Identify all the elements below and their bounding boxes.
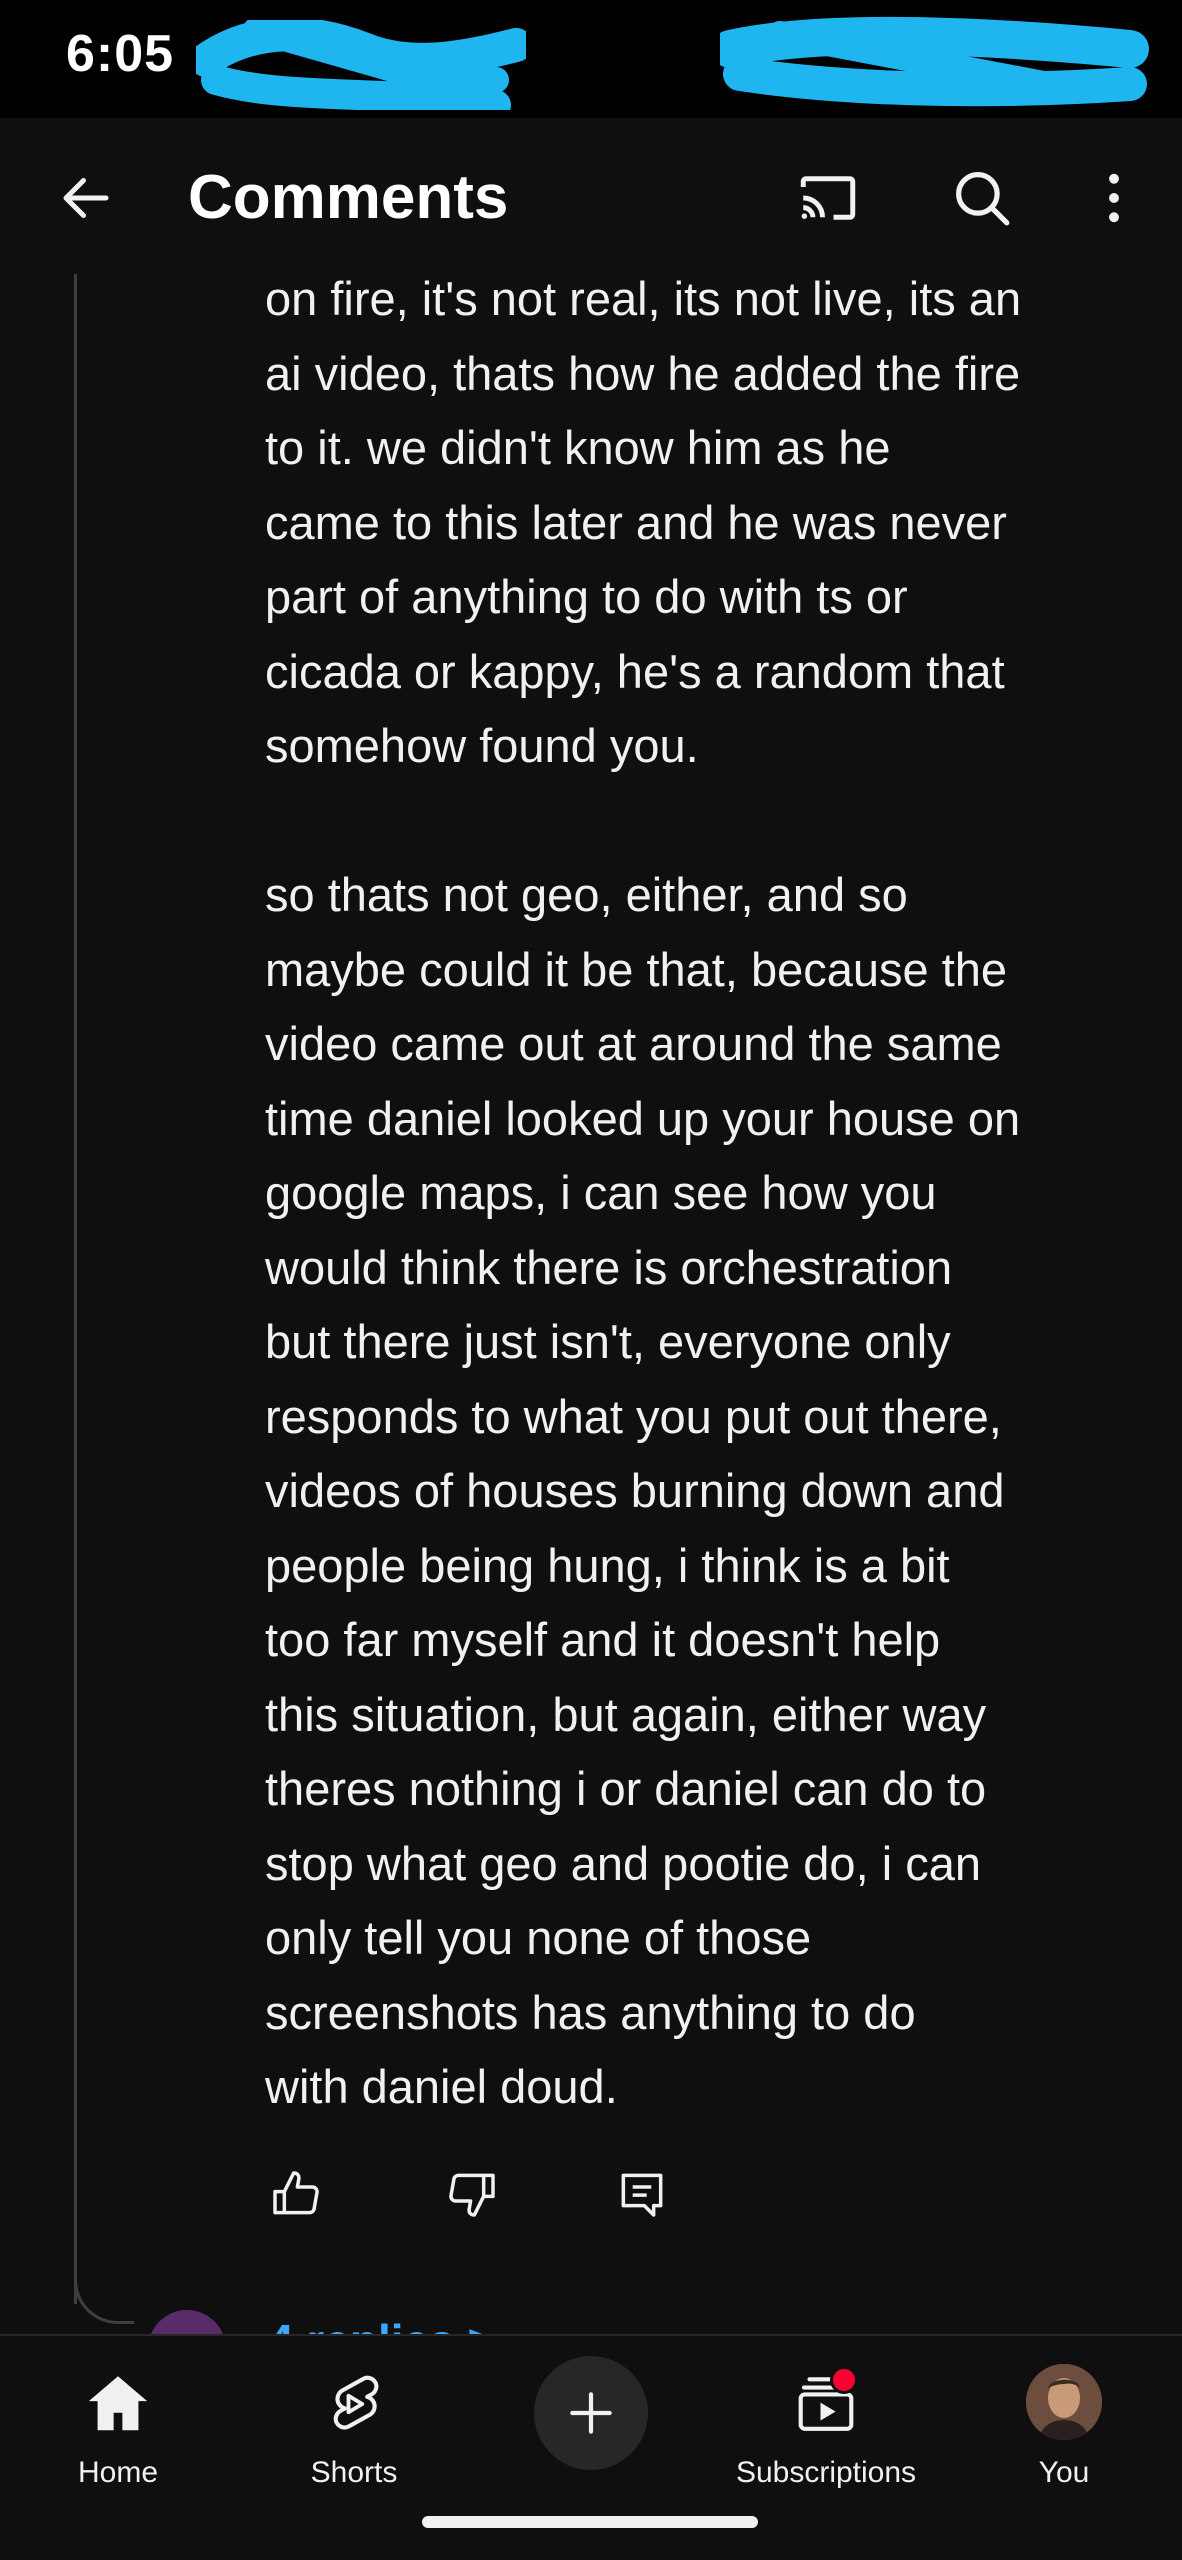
search-icon xyxy=(956,172,1010,226)
status-time: 6:05 xyxy=(66,25,175,83)
replier-avatar xyxy=(148,2310,226,2336)
cast-icon xyxy=(800,176,856,220)
dislike-button[interactable] xyxy=(432,2154,512,2234)
back-arrow-icon xyxy=(63,178,109,218)
reply-button[interactable] xyxy=(602,2154,682,2234)
thread-curve xyxy=(74,2264,134,2324)
comment-text: on fire, it's not real, its not live, it… xyxy=(265,272,1022,2113)
search-button[interactable] xyxy=(940,156,1024,240)
avatar xyxy=(1026,2364,1102,2440)
nav-subscriptions-label: Subscriptions xyxy=(735,2456,917,2489)
thread-line xyxy=(74,274,77,2304)
more-vert-icon xyxy=(1109,173,1119,223)
back-button[interactable] xyxy=(46,158,126,238)
cast-button[interactable] xyxy=(786,156,870,240)
reply-icon xyxy=(621,2173,663,2217)
home-icon xyxy=(88,2376,148,2431)
page-title: Comments xyxy=(188,163,509,232)
redaction-scribble-right xyxy=(720,16,1149,107)
nav-shorts[interactable]: Shorts xyxy=(236,2356,472,2506)
replies-link[interactable]: 4 replies > xyxy=(268,2314,494,2336)
thumb-up-icon xyxy=(273,2171,319,2215)
more-options-button[interactable] xyxy=(1072,156,1156,240)
nav-subscriptions[interactable]: Subscriptions xyxy=(708,2356,944,2506)
nav-shorts-label: Shorts xyxy=(310,2456,398,2489)
comment-actions xyxy=(256,2154,756,2234)
notification-dot xyxy=(830,2366,858,2394)
nav-you-label: You xyxy=(1038,2456,1090,2489)
replies-row[interactable]: 4 replies > xyxy=(148,2306,748,2336)
like-button[interactable] xyxy=(256,2154,336,2234)
nav-home-label: Home xyxy=(77,2456,159,2489)
status-bar: 6:05 xyxy=(0,0,1182,118)
redaction-scribble-left xyxy=(196,20,526,110)
shorts-icon xyxy=(333,2375,379,2430)
nav-you[interactable]: You xyxy=(946,2356,1182,2506)
add-icon xyxy=(570,2392,612,2434)
thumb-down-icon xyxy=(449,2173,495,2217)
create-button[interactable] xyxy=(534,2356,648,2470)
home-indicator[interactable] xyxy=(422,2516,758,2528)
app-bar: Comments xyxy=(0,118,1182,274)
nav-home[interactable]: Home xyxy=(0,2356,236,2506)
